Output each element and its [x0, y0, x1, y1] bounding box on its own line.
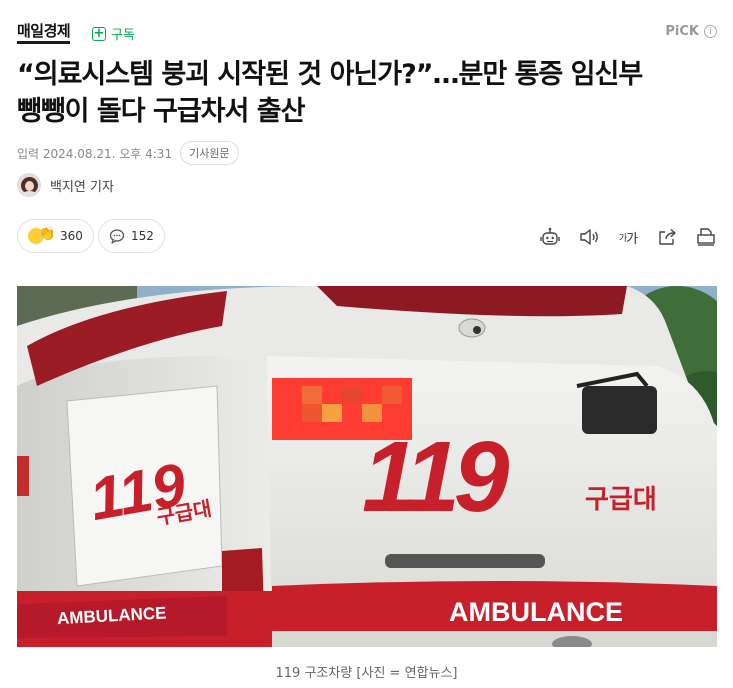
speaker-icon[interactable]: [578, 226, 600, 248]
title-line-2: 뺑뺑이 돌다 구급차서 출산: [17, 96, 305, 127]
article-meta: 입력 2024.08.21. 오후 4:31 기사원문: [17, 141, 239, 165]
comment-icon: [109, 229, 125, 244]
subscribe-button[interactable]: + 구독: [92, 24, 135, 43]
reaction-emoji-icon: 👏: [28, 226, 55, 246]
pick-label: PiCK: [665, 24, 699, 39]
font-size-big-glyph: 가: [626, 231, 638, 247]
article-photo: 119 구급대 119 구급대 AMBULANCE AMBULANCE: [17, 286, 717, 647]
robot-summary-icon[interactable]: [539, 226, 561, 248]
print-icon[interactable]: [695, 226, 717, 248]
photo-text-119-right: 119: [362, 421, 510, 533]
title-line-1: “의료시스템 붕괴 시작된 것 아닌가?”…분만 통증 임신부: [17, 59, 643, 90]
comment-count: 152: [131, 229, 154, 243]
pick-badge[interactable]: PiCK i: [665, 24, 717, 39]
original-article-button[interactable]: 기사원문: [180, 141, 239, 165]
reaction-button[interactable]: 👏 360: [17, 219, 94, 253]
reporter-avatar: [17, 173, 41, 197]
ambulance-photo: 119 구급대 119 구급대 AMBULANCE AMBULANCE: [17, 286, 717, 647]
published-date: 입력 2024.08.21. 오후 4:31: [17, 146, 173, 161]
article-toolbar: 가가: [539, 226, 717, 248]
photo-text-unit-right: 구급대: [585, 485, 657, 515]
info-icon[interactable]: i: [704, 25, 717, 38]
subscribe-label: 구독: [111, 28, 135, 43]
press-logo[interactable]: 매일경제: [17, 22, 71, 44]
share-icon[interactable]: [656, 226, 678, 248]
font-size-icon[interactable]: 가가: [617, 226, 639, 248]
article-title: “의료시스템 붕괴 시작된 것 아닌가?”…분만 통증 임신부 뺑뺑이 돌다 구…: [17, 56, 717, 130]
photo-caption: 119 구조차량 [사진 = 연합뉴스]: [275, 666, 458, 681]
reaction-count: 360: [60, 229, 83, 243]
comment-button[interactable]: 152: [98, 219, 165, 253]
reporter-info[interactable]: 백지연 기자: [17, 173, 114, 197]
reporter-name: 백지연 기자: [50, 179, 114, 195]
photo-text-ambulance-right: AMBULANCE: [449, 597, 623, 627]
font-size-small-glyph: 가: [618, 233, 627, 244]
plus-icon: +: [92, 25, 106, 41]
